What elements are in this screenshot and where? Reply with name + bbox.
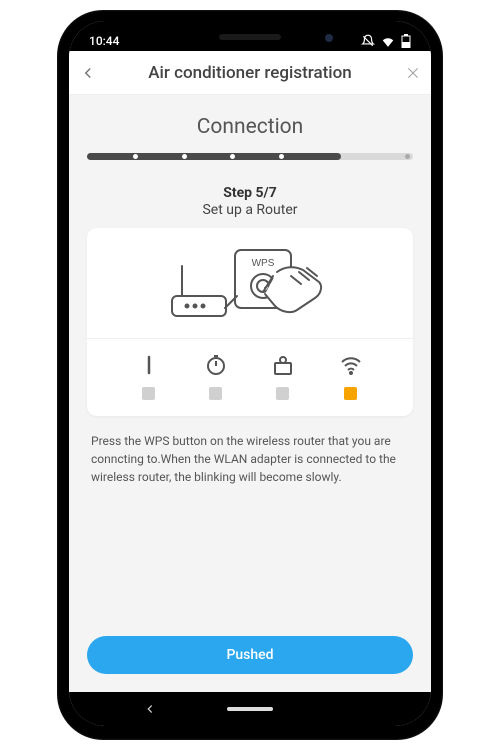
step-subtitle: Set up a Router [87, 202, 413, 218]
section-title: Connection [87, 115, 413, 139]
indicator-light [276, 387, 289, 400]
page-title: Air conditioner registration [107, 63, 393, 83]
instruction-text: Press the WPS button on the wireless rou… [87, 432, 413, 486]
status-icons [361, 34, 411, 48]
bell-off-icon [361, 34, 375, 48]
step-label: Step 5/7 [87, 185, 413, 201]
wifi-icon [338, 353, 364, 377]
battery-icon [401, 34, 411, 48]
progress-end-dot [405, 154, 410, 159]
nav-back-icon[interactable] [143, 702, 157, 716]
timer-icon [204, 353, 228, 377]
wps-press-illustration: WPS [155, 236, 345, 331]
indicator-light-active [344, 387, 357, 400]
app-bar: Air conditioner registration [69, 51, 431, 95]
progress-bar [87, 149, 413, 163]
router-wps-illustration: WPS [87, 228, 413, 338]
close-icon [405, 65, 421, 81]
content-area: Connection Step 5/7 Set up a Router [69, 95, 431, 692]
phone-camera [325, 34, 333, 42]
indicator-light [209, 387, 222, 400]
indicator-timer [204, 353, 228, 400]
progress-dot [133, 154, 138, 159]
back-button[interactable] [79, 64, 107, 82]
chevron-left-icon [79, 64, 97, 82]
screen: 10:44 Air conditioner registration Conne… [69, 21, 431, 726]
svg-text:WPS: WPS [252, 258, 275, 269]
device-icon [271, 353, 295, 377]
indicator-row [87, 339, 413, 416]
phone-speaker [219, 34, 281, 40]
indicator-wifi [338, 353, 364, 400]
nav-home-pill[interactable] [227, 707, 273, 711]
wifi-icon [381, 35, 395, 47]
indicator-line [137, 353, 161, 400]
pushed-button[interactable]: Pushed [87, 636, 413, 674]
line-icon [137, 353, 161, 377]
indicator-light [142, 387, 155, 400]
android-nav-bar [69, 692, 431, 726]
phone-frame: 10:44 Air conditioner registration Conne… [57, 10, 443, 740]
instruction-card: WPS [87, 228, 413, 416]
close-button[interactable] [393, 65, 421, 81]
progress-dot [182, 154, 187, 159]
progress-fill [87, 153, 341, 160]
indicator-device [271, 353, 295, 400]
